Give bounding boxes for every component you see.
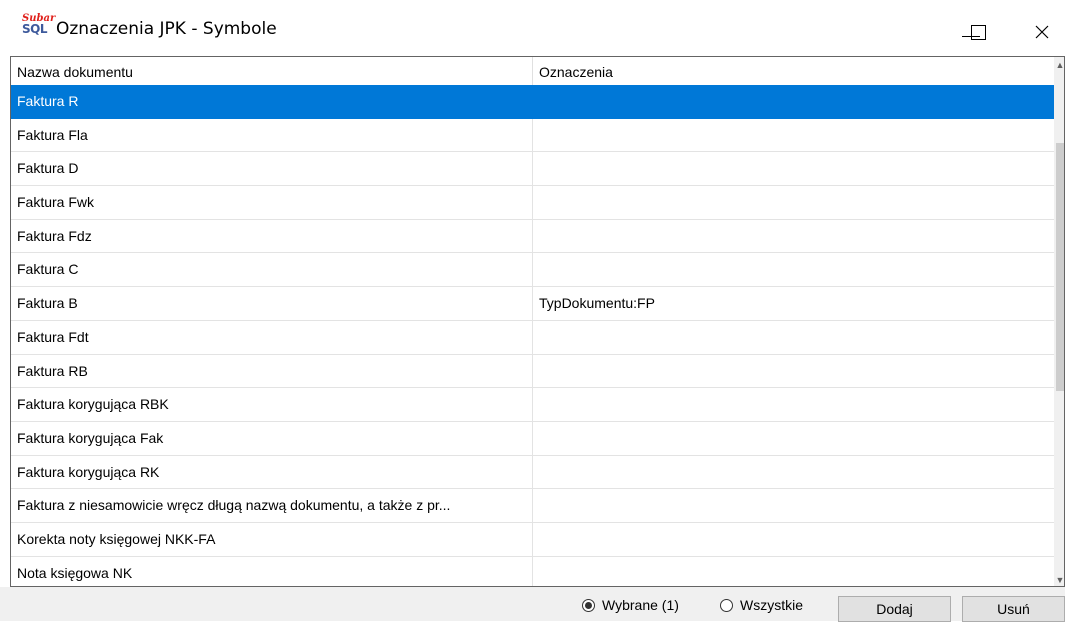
maximize-icon bbox=[970, 24, 986, 40]
filter-selected-radio[interactable]: Wybrane (1) bbox=[582, 597, 679, 613]
document-name-cell[interactable]: Korekta noty księgowej NKK-FA bbox=[11, 522, 533, 556]
document-name-cell[interactable]: Faktura R bbox=[11, 85, 533, 118]
document-name-cell[interactable]: Faktura z niesamowicie wręcz długą nazwą… bbox=[11, 489, 533, 522]
document-name-cell[interactable]: Faktura Fdt bbox=[11, 320, 533, 354]
scrollbar-thumb[interactable] bbox=[1056, 143, 1064, 391]
table-row[interactable]: Faktura korygująca RBK bbox=[11, 388, 1054, 422]
vertical-scrollbar[interactable]: ▲ ▼ bbox=[1054, 57, 1064, 586]
marks-cell[interactable] bbox=[533, 489, 1054, 522]
document-name-cell[interactable]: Faktura Fdz bbox=[11, 219, 533, 253]
marks-cell[interactable] bbox=[533, 557, 1054, 586]
table-row[interactable]: Faktura B TypDokumentu:FP bbox=[11, 287, 1054, 321]
table-row[interactable]: Faktura Fdz bbox=[11, 219, 1054, 254]
close-icon bbox=[1035, 25, 1049, 39]
table-row[interactable]: Faktura korygująca Fak bbox=[11, 421, 1054, 456]
close-button[interactable] bbox=[1019, 10, 1065, 50]
table-row[interactable]: Faktura R bbox=[11, 85, 1054, 119]
marks-cell[interactable] bbox=[533, 388, 1054, 421]
document-name-cell[interactable]: Nota księgowa NK bbox=[11, 556, 533, 586]
filter-selected-label: Wybrane (1) bbox=[602, 597, 679, 613]
marks-cell[interactable] bbox=[533, 355, 1054, 388]
marks-cell[interactable] bbox=[533, 119, 1054, 152]
grid-header: Nazwa dokumentu Oznaczenia bbox=[11, 57, 1054, 86]
table-row[interactable]: Faktura z niesamowicie wręcz długą nazwą… bbox=[11, 489, 1054, 523]
document-name-cell[interactable]: Faktura B bbox=[11, 287, 533, 320]
table-row[interactable]: Korekta noty księgowej NKK-FA bbox=[11, 522, 1054, 557]
grid-rows: Faktura R Faktura Fla Faktura D Faktura Fwk… bbox=[11, 85, 1054, 586]
table-row[interactable]: Faktura RB bbox=[11, 354, 1054, 389]
window-title: Oznaczenia JPK - Symbole bbox=[56, 19, 277, 39]
column-header-marks[interactable]: Oznaczenia bbox=[533, 57, 1054, 85]
filter-all-label: Wszystkie bbox=[740, 597, 803, 613]
scroll-down-arrow-icon[interactable]: ▼ bbox=[1054, 572, 1064, 586]
scroll-up-arrow-icon[interactable]: ▲ bbox=[1054, 57, 1064, 73]
table-row[interactable]: Faktura Fdt bbox=[11, 320, 1054, 355]
marks-cell[interactable] bbox=[533, 422, 1054, 455]
maximize-button[interactable] bbox=[955, 10, 1001, 50]
app-logo-icon: Subar SQL bbox=[22, 13, 56, 36]
document-name-cell[interactable]: Faktura RB bbox=[11, 354, 533, 388]
table-row[interactable]: Faktura C bbox=[11, 253, 1054, 288]
radio-checked-icon bbox=[582, 598, 595, 612]
marks-cell[interactable] bbox=[533, 186, 1054, 219]
column-header-document-name[interactable]: Nazwa dokumentu bbox=[11, 57, 533, 85]
document-name-cell[interactable]: Faktura korygująca Fak bbox=[11, 421, 533, 455]
document-name-cell[interactable]: Faktura korygująca RBK bbox=[11, 388, 533, 421]
marks-cell[interactable] bbox=[533, 456, 1054, 489]
radio-unchecked-icon bbox=[720, 598, 733, 612]
table-row[interactable]: Nota księgowa NK bbox=[11, 556, 1054, 586]
marks-cell[interactable] bbox=[533, 220, 1054, 253]
bottom-bar: Wybrane (1) Wszystkie Dodaj Usuń bbox=[0, 587, 1065, 622]
title-bar: Subar SQL Oznaczenia JPK - Symbole bbox=[0, 0, 1065, 60]
table-row[interactable]: Faktura Fla bbox=[11, 118, 1054, 153]
document-name-cell[interactable]: Faktura Fla bbox=[11, 118, 533, 152]
document-name-cell[interactable]: Faktura korygująca RK bbox=[11, 455, 533, 489]
table-row[interactable]: Faktura D bbox=[11, 152, 1054, 187]
documents-grid: Nazwa dokumentu Oznaczenia Faktura R Fakt… bbox=[10, 56, 1065, 587]
table-row[interactable]: Faktura Fwk bbox=[11, 186, 1054, 220]
marks-cell[interactable] bbox=[533, 85, 1054, 118]
document-name-cell[interactable]: Faktura D bbox=[11, 152, 533, 186]
marks-cell[interactable]: TypDokumentu:FP bbox=[533, 287, 1054, 320]
filter-all-radio[interactable]: Wszystkie bbox=[720, 597, 803, 613]
marks-cell[interactable] bbox=[533, 152, 1054, 185]
marks-cell[interactable] bbox=[533, 523, 1054, 556]
remove-button[interactable]: Usuń bbox=[962, 596, 1065, 622]
marks-cell[interactable] bbox=[533, 253, 1054, 286]
document-name-cell[interactable]: Faktura Fwk bbox=[11, 186, 533, 219]
marks-cell[interactable] bbox=[533, 321, 1054, 354]
table-row[interactable]: Faktura korygująca RK bbox=[11, 455, 1054, 490]
add-button[interactable]: Dodaj bbox=[838, 596, 951, 622]
document-name-cell[interactable]: Faktura C bbox=[11, 253, 533, 287]
